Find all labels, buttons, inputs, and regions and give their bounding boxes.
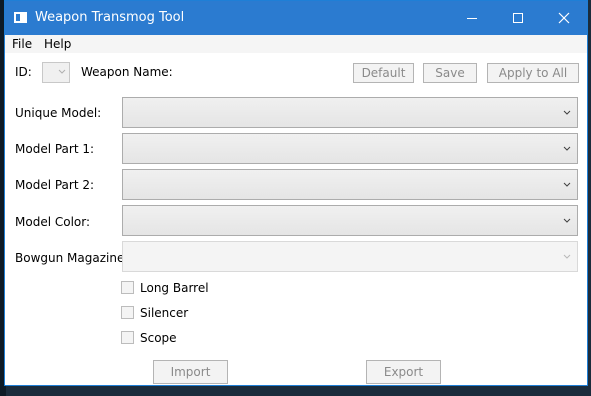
unique-model-label: Unique Model: [15,106,102,120]
bowgun-magazine-dropdown[interactable] [122,241,578,272]
long-barrel-checkbox[interactable] [121,281,134,294]
import-button[interactable]: Import [153,360,228,384]
id-dropdown[interactable] [42,62,70,83]
long-barrel-label[interactable]: Long Barrel [140,281,209,295]
apply-to-all-button[interactable]: Apply to All [487,63,579,83]
unique-model-dropdown[interactable] [122,97,578,128]
model-part-2-dropdown[interactable] [122,169,578,200]
export-button[interactable]: Export [366,360,441,384]
app-icon [14,12,27,23]
minimize-button[interactable] [449,1,495,35]
minimize-icon [467,18,477,19]
title-bar[interactable]: Weapon Transmog Tool [5,1,587,35]
chevron-down-icon [58,69,66,74]
maximize-button[interactable] [495,1,541,35]
silencer-checkbox[interactable] [121,306,134,319]
menu-help[interactable]: Help [44,37,71,51]
model-part-1-dropdown[interactable] [122,133,578,164]
window-title: Weapon Transmog Tool [35,10,185,25]
chevron-down-icon [563,146,571,151]
model-part-2-label: Model Part 2: [15,178,95,192]
weapon-name-label: Weapon Name: [81,65,173,79]
scope-label[interactable]: Scope [140,331,177,345]
chevron-down-icon [563,110,571,115]
maximize-icon [513,13,523,23]
silencer-label[interactable]: Silencer [140,306,188,320]
chevron-down-icon [563,182,571,187]
save-button[interactable]: Save [423,63,477,83]
close-icon [558,12,570,24]
model-part-1-label: Model Part 1: [15,142,95,156]
model-color-label: Model Color: [15,215,91,229]
bowgun-magazine-label: Bowgun Magazine: [15,251,129,265]
app-window: Weapon Transmog Tool File Help ID: Weapo… [4,0,588,386]
chevron-down-icon [563,218,571,223]
close-button[interactable] [541,1,587,35]
scope-checkbox[interactable] [121,331,134,344]
chevron-down-icon [563,254,571,259]
menu-file[interactable]: File [12,37,32,51]
menu-bar: File Help [5,35,587,53]
model-color-dropdown[interactable] [122,205,578,236]
id-label: ID: [15,65,32,79]
default-button[interactable]: Default [353,63,414,83]
